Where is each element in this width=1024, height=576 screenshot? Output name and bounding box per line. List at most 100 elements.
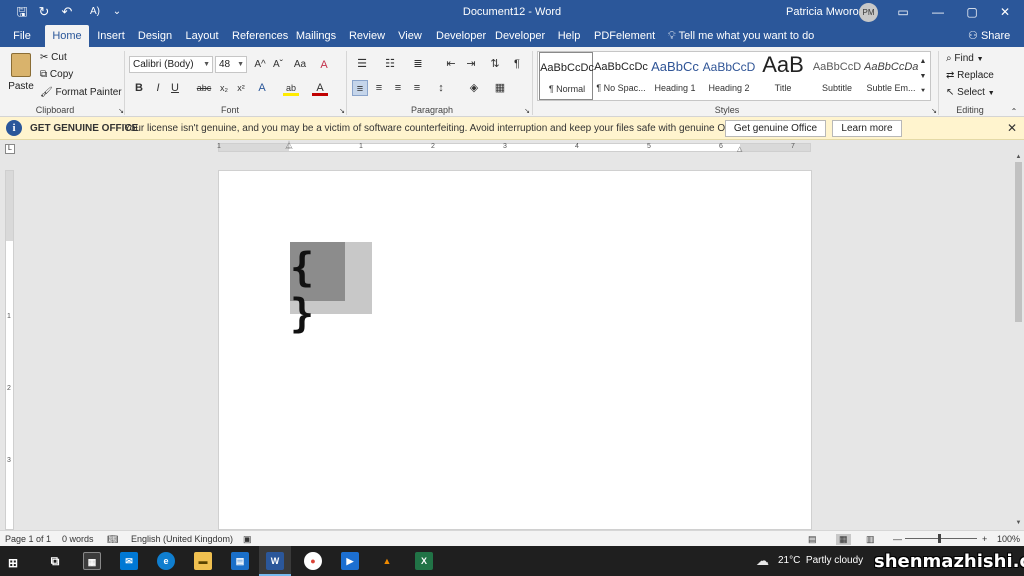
- text-effects-icon[interactable]: A: [254, 80, 270, 96]
- field-code-braces[interactable]: { }: [290, 245, 354, 337]
- macro-record-icon[interactable]: ▣: [243, 534, 252, 545]
- minimize-button[interactable]: —: [928, 4, 948, 20]
- close-button[interactable]: ✕: [995, 4, 1015, 20]
- underline-icon[interactable]: U: [167, 80, 183, 96]
- excel-icon[interactable]: X: [415, 552, 433, 570]
- highlight-icon[interactable]: ab: [283, 80, 299, 96]
- user-name[interactable]: Patricia Mworozi: [786, 6, 867, 18]
- font-name-select[interactable]: Calibri (Body) ▼: [129, 56, 213, 73]
- tab-file[interactable]: File: [8, 25, 36, 47]
- font-color-icon[interactable]: A: [312, 80, 328, 96]
- scroll-up-icon[interactable]: ▲: [1013, 154, 1024, 160]
- styles-scroll-up-icon[interactable]: ▲: [916, 54, 930, 70]
- read-mode-icon[interactable]: ▤: [808, 534, 817, 545]
- tab-pdfelement[interactable]: PDFelement: [594, 25, 655, 47]
- vertical-ruler[interactable]: 1 2 3: [5, 170, 14, 530]
- clear-formatting-icon[interactable]: A: [316, 57, 332, 73]
- style-heading-1[interactable]: AaBbCc Heading 1: [648, 52, 702, 100]
- italic-icon[interactable]: I: [150, 80, 166, 96]
- tab-review[interactable]: Review: [348, 25, 386, 47]
- file-explorer-icon[interactable]: ▬: [194, 552, 212, 570]
- indent-marker-icon[interactable]: ⏅: [285, 140, 293, 151]
- chrome-icon[interactable]: ●: [304, 552, 322, 570]
- word-icon[interactable]: W: [266, 552, 284, 570]
- tab-selector-icon[interactable]: L: [5, 144, 15, 154]
- justify-icon[interactable]: ≡: [409, 80, 425, 96]
- tab-layout[interactable]: Layout: [184, 25, 220, 47]
- style-subtle-emphasis[interactable]: AaBbCcDa Subtle Em...: [864, 52, 918, 100]
- format-painter-button[interactable]: 🖌︎ Format Painter: [40, 87, 122, 98]
- right-indent-marker-icon[interactable]: △: [737, 145, 742, 153]
- grow-font-icon[interactable]: A^: [252, 57, 268, 73]
- scroll-down-icon[interactable]: ▼: [1013, 520, 1024, 526]
- weather-status[interactable]: 21°C Partly cloudy: [778, 555, 863, 566]
- get-genuine-office-button[interactable]: Get genuine Office: [725, 120, 826, 137]
- proofing-icon[interactable]: 📖︎: [107, 534, 118, 545]
- tab-references[interactable]: References: [232, 25, 288, 47]
- style-title[interactable]: AaB Title: [756, 52, 810, 100]
- tab-mailings[interactable]: Mailings: [295, 25, 337, 47]
- tab-insert[interactable]: Insert: [95, 25, 127, 47]
- style-normal[interactable]: AaBbCcDc ¶ Normal: [539, 52, 594, 100]
- align-center-icon[interactable]: ≡: [371, 80, 387, 96]
- vlc-icon[interactable]: ▲: [378, 552, 396, 570]
- styles-more-icon[interactable]: ⯆: [916, 84, 930, 100]
- style-subtitle[interactable]: AaBbCcD Subtitle: [810, 52, 864, 100]
- numbering-icon[interactable]: ☷: [382, 56, 398, 72]
- horizontal-ruler[interactable]: 1 1 2 3 4 5 6 7 ⏅ △: [217, 140, 811, 153]
- cut-button[interactable]: ✂ Cut: [40, 52, 67, 63]
- select-button[interactable]: ↖ Select ▼: [946, 87, 995, 98]
- styles-scroll-down-icon[interactable]: ▼: [916, 69, 930, 85]
- font-size-select[interactable]: 48 ▼: [215, 56, 247, 73]
- learn-more-button[interactable]: Learn more: [832, 120, 902, 137]
- calculator-icon[interactable]: ▤: [231, 552, 249, 570]
- tab-help[interactable]: Help: [555, 25, 583, 47]
- weather-icon[interactable]: ☁: [756, 553, 769, 569]
- bullets-icon[interactable]: ☰: [354, 56, 370, 72]
- document-page[interactable]: { }: [218, 170, 812, 530]
- tell-me-search[interactable]: 💡︎ Tell me what you want to do: [668, 25, 814, 47]
- print-layout-icon[interactable]: ▦: [836, 534, 851, 545]
- zoom-in-icon[interactable]: +: [982, 534, 987, 544]
- bold-icon[interactable]: B: [131, 80, 147, 96]
- web-layout-icon[interactable]: ▥: [866, 534, 875, 545]
- strikethrough-icon[interactable]: abc: [194, 80, 214, 96]
- word-count[interactable]: 0 words: [62, 534, 94, 544]
- multilevel-list-icon[interactable]: ≣: [410, 56, 426, 72]
- start-windows-icon[interactable]: ⊞: [4, 554, 22, 572]
- decrease-indent-icon[interactable]: ⇤: [443, 56, 459, 72]
- language-status[interactable]: English (United Kingdom): [131, 534, 233, 544]
- shading-icon[interactable]: ◈: [466, 80, 482, 96]
- tab-view[interactable]: View: [396, 25, 424, 47]
- mail-icon[interactable]: ✉: [120, 552, 138, 570]
- media-player-icon[interactable]: ▶: [341, 552, 359, 570]
- store-icon[interactable]: ▦: [83, 552, 101, 570]
- sort-icon[interactable]: ⇅: [487, 56, 503, 72]
- style-no-spacing[interactable]: AaBbCcDc ¶ No Spac...: [594, 52, 648, 100]
- line-spacing-icon[interactable]: ↕: [433, 80, 449, 96]
- ribbon-display-icon[interactable]: ▭: [893, 4, 913, 20]
- maximize-button[interactable]: ▢: [962, 4, 982, 20]
- page-count[interactable]: Page 1 of 1: [5, 534, 51, 544]
- tab-design[interactable]: Design: [137, 25, 173, 47]
- change-case-icon[interactable]: Aa: [290, 57, 310, 73]
- replace-button[interactable]: ⇄ Replace: [946, 70, 994, 81]
- zoom-out-icon[interactable]: —: [893, 534, 902, 544]
- tab-developer-2[interactable]: Developer: [495, 25, 545, 47]
- find-button[interactable]: ⌕ Find ▼: [946, 53, 984, 64]
- task-view-icon[interactable]: ⧉: [46, 552, 64, 570]
- tab-home[interactable]: Home: [45, 25, 89, 47]
- paste-button[interactable]: Paste: [6, 51, 36, 99]
- increase-indent-icon[interactable]: ⇥: [463, 56, 479, 72]
- close-icon[interactable]: ✕: [1007, 121, 1017, 135]
- zoom-slider-thumb[interactable]: [938, 534, 941, 543]
- scrollbar-thumb[interactable]: [1015, 162, 1022, 322]
- shrink-font-icon[interactable]: Aˇ: [270, 57, 286, 73]
- pilcrow-icon[interactable]: ¶: [509, 56, 525, 72]
- borders-icon[interactable]: ▦: [492, 80, 508, 96]
- zoom-level[interactable]: 100%: [997, 534, 1020, 544]
- align-left-icon[interactable]: ≡: [352, 80, 368, 96]
- tab-developer[interactable]: Developer: [436, 25, 486, 47]
- subscript-icon[interactable]: x₂: [216, 80, 232, 96]
- share-button[interactable]: ⚇ Share: [968, 25, 1010, 47]
